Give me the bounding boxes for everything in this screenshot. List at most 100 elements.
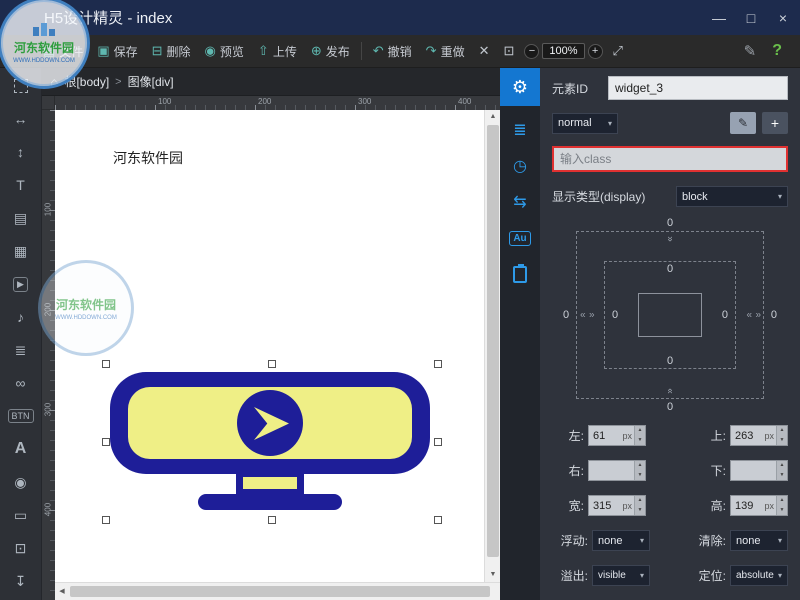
state-dropdown[interactable]: normal ▾	[552, 113, 618, 134]
overflow-dropdown[interactable]: visible ▾	[592, 565, 650, 586]
text-tool[interactable]: T	[8, 172, 34, 198]
vertical-scrollbar[interactable]: ▲ ▼	[484, 110, 500, 582]
clipboard-tab[interactable]	[507, 262, 533, 286]
history-tab[interactable]: ◷	[507, 154, 533, 178]
spin-down-icon[interactable]: ▼	[635, 471, 645, 481]
scroll-down-icon[interactable]: ▼	[485, 568, 501, 582]
padding-right-value[interactable]: 0	[722, 309, 728, 321]
fullscreen-icon[interactable]: ⤢	[606, 43, 630, 59]
spin-down-icon[interactable]: ▼	[635, 436, 645, 446]
selection-handle[interactable]	[102, 516, 110, 524]
layers-tab[interactable]: ≣	[507, 118, 533, 142]
clear-icon[interactable]: ✕	[472, 43, 497, 59]
zoom-in-button[interactable]: +	[588, 44, 603, 59]
spin-up-icon[interactable]: ▲	[777, 426, 787, 436]
breadcrumb-current[interactable]: 图像[div]	[128, 73, 174, 90]
link-tool[interactable]: ∞	[8, 370, 34, 396]
pencil-icon[interactable]: ✎	[744, 42, 757, 60]
bottom-input[interactable]: ▲▼	[730, 460, 788, 481]
rectangle-tool[interactable]: ▭	[8, 502, 34, 528]
padding-left-value[interactable]: 0	[612, 309, 618, 321]
design-canvas[interactable]: 河东软件园	[55, 110, 484, 582]
image-tool[interactable]: ▦	[8, 238, 34, 264]
canvas-image-element[interactable]	[110, 372, 430, 512]
spin-down-icon[interactable]: ▼	[635, 506, 645, 516]
audio-tab[interactable]: Au	[507, 226, 533, 250]
top-input[interactable]: 263 px ▲▼	[730, 425, 788, 446]
position-dropdown[interactable]: absolute ▾	[730, 565, 788, 586]
width-input[interactable]: 315 px ▲▼	[588, 495, 646, 516]
add-state-button[interactable]: +	[762, 112, 788, 134]
horizontal-scrollbar[interactable]: ◀	[55, 582, 500, 600]
selection-handle[interactable]	[434, 516, 442, 524]
minimize-button[interactable]: —	[710, 10, 728, 26]
move-vertical-tool[interactable]: ↕	[8, 139, 34, 165]
margin-left-value[interactable]: 0	[563, 309, 569, 321]
publish-button[interactable]: ⊕ 发布	[304, 35, 357, 68]
anchor-tool[interactable]: ↧	[8, 568, 34, 594]
upload-button[interactable]: ⇧ 上传	[251, 35, 304, 68]
selection-handle[interactable]	[102, 360, 110, 368]
button-tool[interactable]: BTN	[8, 403, 34, 429]
form-tool[interactable]: ▤	[8, 205, 34, 231]
canvas-text-element[interactable]: 河东软件园	[113, 148, 183, 168]
spin-up-icon[interactable]: ▲	[635, 496, 645, 506]
selection-handle[interactable]	[102, 438, 110, 446]
video-tool[interactable]: ▶	[8, 271, 34, 297]
margin-top-value[interactable]: 0	[667, 217, 673, 229]
redo-button[interactable]: ↷ 重做	[419, 35, 472, 68]
maximize-button[interactable]: □	[742, 10, 760, 26]
horizontal-scroll-thumb[interactable]	[70, 586, 490, 597]
scroll-left-icon[interactable]: ◀	[55, 583, 69, 600]
save-button[interactable]: ▣ 保存	[90, 35, 144, 68]
clear-dropdown[interactable]: none ▾	[730, 530, 788, 551]
undo-button[interactable]: ↶ 撤销	[366, 35, 419, 68]
scroll-up-icon[interactable]: ▲	[485, 110, 501, 124]
element-id-input[interactable]	[608, 76, 788, 100]
margin-right-value[interactable]: 0	[771, 309, 777, 321]
edit-state-button[interactable]: ✎	[730, 112, 756, 134]
expand-right-icon[interactable]: »	[755, 310, 760, 321]
selection-handle[interactable]	[268, 516, 276, 524]
zoom-level[interactable]: 100%	[542, 43, 584, 59]
selection-handle[interactable]	[434, 438, 442, 446]
spin-up-icon[interactable]: ▲	[777, 461, 787, 471]
zoom-out-button[interactable]: −	[524, 44, 539, 59]
padding-bottom-value[interactable]: 0	[667, 355, 673, 367]
float-dropdown[interactable]: none ▾	[592, 530, 650, 551]
collapse-left-icon[interactable]: «	[580, 310, 585, 321]
spin-down-icon[interactable]: ▼	[777, 471, 787, 481]
animation-tab[interactable]: ⇆	[507, 190, 533, 214]
collapse-top-icon[interactable]: «	[665, 237, 676, 242]
device-view-icon[interactable]: ⊡	[497, 43, 522, 59]
font-tool[interactable]: A	[8, 436, 34, 462]
spin-up-icon[interactable]: ▲	[635, 426, 645, 436]
paragraph-tool[interactable]: ≣	[8, 337, 34, 363]
vertical-scroll-thumb[interactable]	[487, 125, 499, 557]
close-button[interactable]: ×	[774, 10, 792, 26]
collapse-bottom-icon[interactable]: «	[665, 388, 676, 393]
spin-down-icon[interactable]: ▼	[777, 506, 787, 516]
height-input[interactable]: 139 px ▲▼	[730, 495, 788, 516]
audio-tool[interactable]: ♪	[8, 304, 34, 330]
spin-up-icon[interactable]: ▲	[635, 461, 645, 471]
help-icon[interactable]: ?	[772, 42, 782, 60]
spin-down-icon[interactable]: ▼	[777, 436, 787, 446]
padding-top-value[interactable]: 0	[667, 263, 673, 275]
class-input[interactable]	[552, 146, 788, 172]
spin-up-icon[interactable]: ▲	[777, 496, 787, 506]
radio-tool[interactable]: ◉	[8, 469, 34, 495]
expand-left-icon[interactable]: »	[589, 310, 594, 321]
move-horizontal-tool[interactable]: ↔	[8, 106, 34, 132]
selection-handle[interactable]	[268, 360, 276, 368]
margin-bottom-value[interactable]: 0	[667, 401, 673, 413]
display-dropdown[interactable]: block ▾	[676, 186, 788, 207]
settings-tab[interactable]: ⚙	[500, 68, 540, 106]
collapse-right-icon[interactable]: «	[746, 310, 751, 321]
left-input[interactable]: 61 px ▲▼	[588, 425, 646, 446]
right-input[interactable]: ▲▼	[588, 460, 646, 481]
preview-button[interactable]: ◉ 预览	[198, 35, 251, 68]
container-tool[interactable]: ⊡	[8, 535, 34, 561]
selection-handle[interactable]	[434, 360, 442, 368]
delete-button[interactable]: ⊟ 删除	[145, 35, 198, 68]
